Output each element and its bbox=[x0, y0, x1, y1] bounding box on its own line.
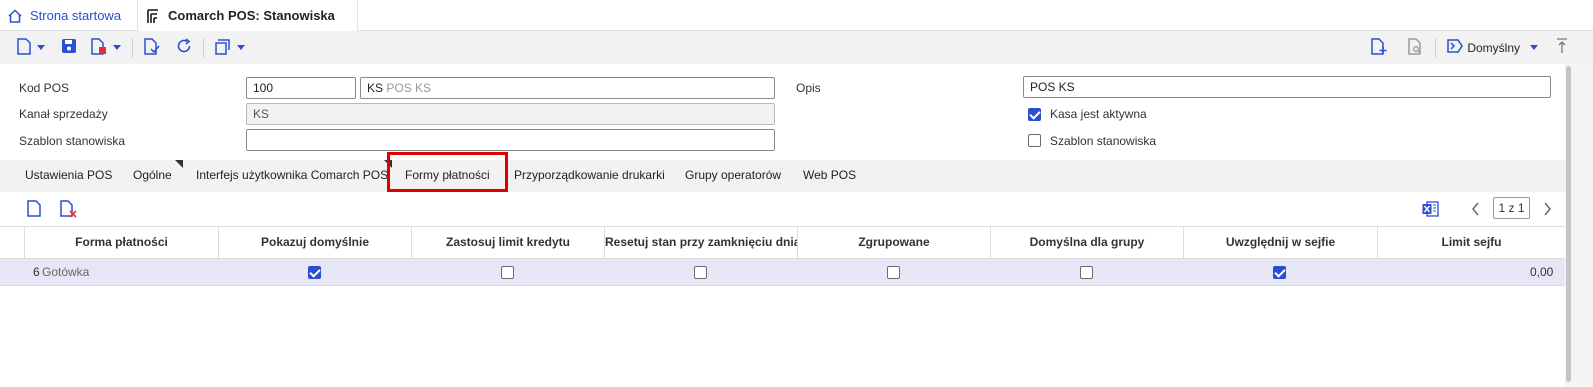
new-document-button[interactable] bbox=[14, 35, 48, 61]
chevron-right-icon bbox=[1544, 202, 1551, 216]
kasa-aktywna-label: Kasa jest aktywna bbox=[1050, 107, 1147, 121]
tab-ustawienia-pos[interactable]: Ustawienia POS bbox=[25, 160, 112, 192]
chevron-down-icon[interactable] bbox=[237, 45, 245, 50]
kanal-sprzedazy-field: KS bbox=[246, 103, 775, 125]
cell-limit-sejfu: 0,00 bbox=[1530, 265, 1554, 279]
prev-page-button[interactable] bbox=[1471, 202, 1480, 219]
section-tabs: Ustawienia POS Ogólne Interfejs użytkown… bbox=[0, 160, 1565, 192]
cell-zgrupowane-checkbox[interactable] bbox=[887, 266, 900, 279]
cell-pokazuj-domyslnie-checkbox[interactable] bbox=[308, 266, 321, 279]
toolbar-divider bbox=[203, 37, 204, 58]
szablon-stanowiska-input[interactable] bbox=[246, 129, 775, 151]
delete-row-icon bbox=[60, 200, 77, 218]
toolbar-right: Domyślny bbox=[1368, 31, 1593, 64]
kod-pos-description-input[interactable]: KS POS KS bbox=[360, 77, 775, 99]
table-row[interactable]: 6 Gotówka 0,00 bbox=[0, 259, 1565, 286]
tab-modified-marker-icon bbox=[175, 160, 183, 168]
cell-resetuj-stan-checkbox[interactable] bbox=[694, 266, 707, 279]
new-document-plus-icon bbox=[1371, 37, 1388, 58]
tab-ogolne[interactable]: Ogólne bbox=[133, 160, 172, 192]
toolbar-divider bbox=[1435, 37, 1437, 58]
main-toolbar: Domyślny bbox=[0, 31, 1593, 64]
col-limit-sejfu[interactable]: Limit sejfu bbox=[1377, 227, 1565, 259]
col-resetuj-stan[interactable]: Resetuj stan przy zamknięciu dnia bbox=[604, 227, 797, 259]
add-row-button[interactable] bbox=[27, 200, 41, 220]
kasa-aktywna-checkbox[interactable] bbox=[1028, 108, 1041, 121]
col-forma-platnosci[interactable]: Forma płatności bbox=[24, 227, 218, 259]
print-button[interactable] bbox=[212, 35, 248, 61]
refresh-icon bbox=[176, 38, 192, 57]
header-form: Kod POS 100 KS POS KS Kanał sprzedaży KS… bbox=[0, 64, 1565, 160]
tab-interfejs-uzytkownika[interactable]: Interfejs użytkownika Comarch POS bbox=[196, 160, 388, 192]
szablon-stanowiska-label: Szablon stanowiska bbox=[19, 134, 126, 148]
new-document-icon bbox=[17, 37, 31, 58]
view-icon bbox=[1447, 38, 1464, 57]
excel-icon bbox=[1422, 201, 1439, 217]
grid-header: Forma płatności Pokazuj domyślnie Zastos… bbox=[0, 226, 1565, 259]
col-zgrupowane[interactable]: Zgrupowane bbox=[797, 227, 990, 259]
tab-grupy-operatorow[interactable]: Grupy operatorów bbox=[685, 160, 781, 192]
new-row-icon bbox=[27, 200, 41, 217]
grid-toolbar bbox=[0, 192, 1565, 226]
cell-forma-name: Gotówka bbox=[42, 265, 90, 279]
kod-pos-symbol: KS bbox=[367, 81, 384, 95]
export-excel-button[interactable] bbox=[1422, 201, 1439, 220]
kod-pos-label: Kod POS bbox=[19, 81, 70, 95]
delete-row-button[interactable] bbox=[60, 200, 77, 221]
tab-active-label: Comarch POS: Stanowiska bbox=[168, 8, 335, 23]
szablon-stanowiska-checkbox[interactable] bbox=[1028, 134, 1041, 147]
add-new-button[interactable] bbox=[1368, 35, 1391, 61]
chevron-left-icon bbox=[1472, 202, 1479, 216]
opis-label: Opis bbox=[796, 81, 821, 95]
collapse-button[interactable] bbox=[1553, 35, 1571, 61]
collapse-icon bbox=[1556, 38, 1568, 57]
kod-pos-input[interactable]: 100 bbox=[246, 77, 356, 99]
chevron-down-icon[interactable] bbox=[113, 45, 121, 50]
app-tab-strip: Strona startowa Comarch POS: Stanowiska bbox=[0, 0, 1593, 31]
col-uwzglednij-w-sejfie[interactable]: Uwzględnij w sejfie bbox=[1183, 227, 1377, 259]
toolbar-divider bbox=[132, 37, 133, 58]
page-indicator[interactable]: 1 z 1 bbox=[1493, 197, 1530, 219]
tab-przyporzadkowanie-drukarki[interactable]: Przyporządkowanie drukarki bbox=[514, 160, 665, 192]
cell-limit-kredytu-checkbox[interactable] bbox=[501, 266, 514, 279]
tab-comarch-pos-stanowiska[interactable]: Comarch POS: Stanowiska bbox=[138, 0, 358, 31]
col-domyslna-dla-grupy[interactable]: Domyślna dla grupy bbox=[990, 227, 1183, 259]
delete-document-icon bbox=[91, 37, 107, 58]
save-button[interactable] bbox=[58, 35, 80, 61]
delete-document-button[interactable] bbox=[88, 35, 124, 61]
module-icon bbox=[146, 8, 160, 24]
kod-pos-name: POS KS bbox=[386, 81, 432, 95]
cell-uwzglednij-w-sejfie-checkbox[interactable] bbox=[1273, 266, 1286, 279]
cell-forma-id: 6 bbox=[33, 265, 40, 279]
szablon-stanowiska-checkbox-label: Szablon stanowiska bbox=[1050, 134, 1157, 148]
preview-button[interactable] bbox=[1405, 35, 1427, 61]
view-selector[interactable]: Domyślny bbox=[1444, 35, 1541, 61]
vertical-scrollbar-thumb[interactable] bbox=[1566, 66, 1571, 382]
active-tab-highlight bbox=[387, 152, 508, 192]
chevron-down-icon bbox=[1530, 45, 1538, 50]
opis-input[interactable]: POS KS bbox=[1023, 76, 1551, 98]
view-selector-label: Domyślny bbox=[1467, 40, 1520, 55]
tab-web-pos[interactable]: Web POS bbox=[803, 160, 856, 192]
tab-home-label: Strona startowa bbox=[30, 8, 122, 23]
kanal-sprzedazy-label: Kanał sprzedaży bbox=[19, 107, 108, 121]
home-icon bbox=[8, 8, 22, 23]
tab-home[interactable]: Strona startowa bbox=[0, 0, 138, 31]
next-page-button[interactable] bbox=[1543, 202, 1552, 219]
print-icon bbox=[215, 38, 231, 58]
check-document-icon bbox=[144, 37, 160, 58]
refresh-button[interactable] bbox=[173, 35, 195, 61]
save-icon bbox=[61, 38, 77, 57]
document-search-icon bbox=[1408, 37, 1424, 58]
chevron-down-icon[interactable] bbox=[37, 45, 45, 50]
col-zastosuj-limit-kredytu[interactable]: Zastosuj limit kredytu bbox=[411, 227, 604, 259]
validate-button[interactable] bbox=[141, 35, 163, 61]
cell-domyslna-dla-grupy-checkbox[interactable] bbox=[1080, 266, 1093, 279]
col-pokazuj-domyslnie[interactable]: Pokazuj domyślnie bbox=[218, 227, 411, 259]
